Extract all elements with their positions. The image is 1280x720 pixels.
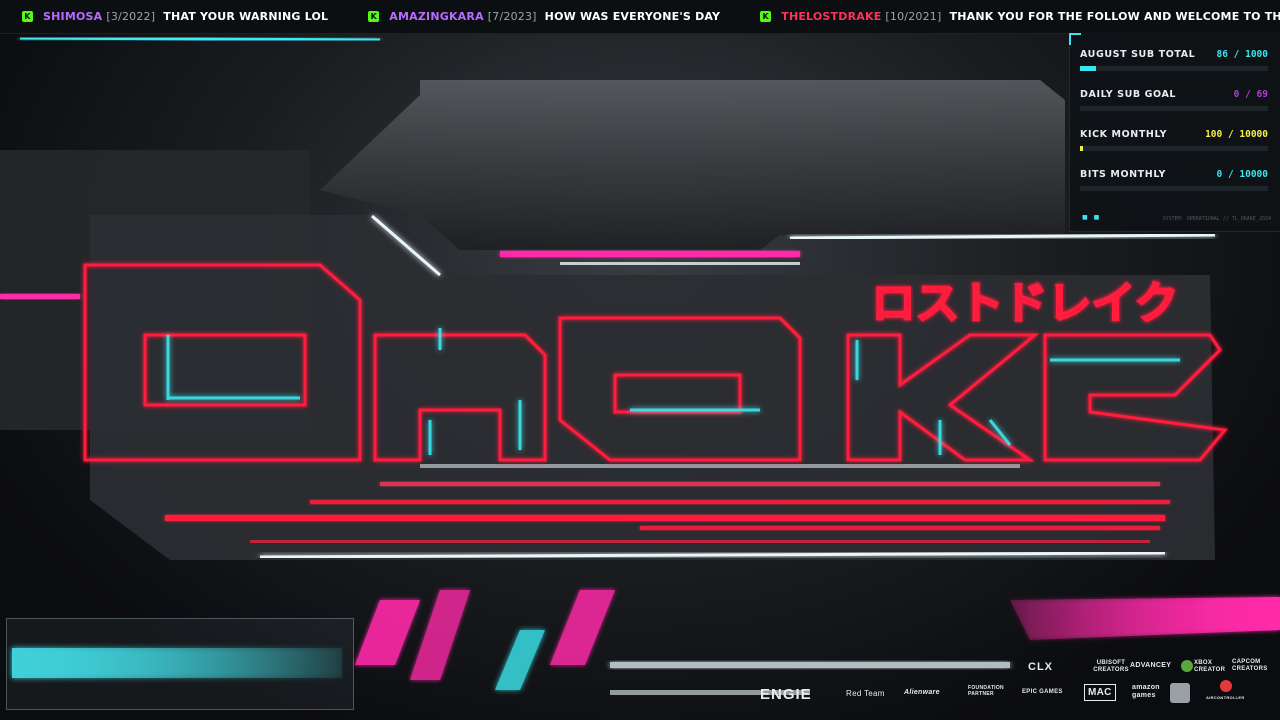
- goal-title: BITS MONTHLY: [1080, 169, 1166, 180]
- kick-icon: K: [760, 11, 772, 22]
- goal-daily-sub: DAILY SUB GOAL 0 / 69: [1080, 89, 1268, 111]
- sub-goals-panel: AUGUST SUB TOTAL 86 / 1000 DAILY SUB GOA…: [1069, 33, 1280, 232]
- ticker-username: AMAZINGKARA: [389, 10, 484, 23]
- ticker-item: K SHIMOSA [3/2022] THAT YOUR WARNING LOL: [22, 10, 328, 23]
- goal-title: DAILY SUB GOAL: [1080, 89, 1177, 100]
- webcam-frame: [6, 618, 354, 710]
- goal-title: AUGUST SUB TOTAL: [1080, 49, 1196, 60]
- ticker-username: THELOSTDRAKE: [781, 10, 882, 23]
- logo-katakana: ロストドレイク: [871, 278, 1178, 329]
- chat-ticker: K SHIMOSA [3/2022] THAT YOUR WARNING LOL…: [0, 0, 1280, 34]
- status-dots: ■ ■: [1082, 214, 1102, 221]
- goal-value: 86 / 1000: [1216, 49, 1268, 60]
- stream-overlay: K SHIMOSA [3/2022] THAT YOUR WARNING LOL…: [0, 0, 1280, 720]
- sponsor-clx-logo: CLX: [1028, 661, 1053, 673]
- aircontroller-icon: [1220, 680, 1232, 692]
- sponsor-redteam-logo: Red Team: [846, 689, 885, 698]
- sponsor-xbox-logo: XBOX CREATOR: [1194, 660, 1226, 673]
- ticker-message: HOW WAS EVERYONE'S DAY: [544, 10, 721, 23]
- goal-value: 0 / 69: [1233, 89, 1268, 100]
- ticker-message: THAT YOUR WARNING LOL: [163, 10, 329, 23]
- goal-progress-track: [1080, 146, 1268, 151]
- ticker-message: THANK YOU FOR THE FOLLOW AND WELCOME TO …: [949, 10, 1280, 23]
- metal-plate-top: [320, 80, 1065, 250]
- sponsor-ubisoft-logo: UBISOFT CREATORS: [1093, 660, 1129, 673]
- goal-progress-fill: [1080, 66, 1096, 71]
- sponsor-aircontroller-logo: AIRCONTROLLER: [1206, 695, 1245, 700]
- goal-august-sub-total: AUGUST SUB TOTAL 86 / 1000: [1080, 49, 1268, 71]
- sponsor-amazon-games-logo: amazon games: [1132, 684, 1160, 699]
- kick-icon: K: [368, 11, 380, 22]
- goal-bits-monthly: BITS MONTHLY 0 / 10000: [1080, 169, 1268, 191]
- ticker-date: [10/2021]: [885, 10, 942, 23]
- xbox-icon: [1181, 660, 1193, 672]
- ticker-date: [7/2023]: [487, 10, 537, 23]
- ticker-date: [3/2022]: [106, 10, 156, 23]
- sponsor-foundation-logo: FOUNDATION PARTNER: [968, 685, 1004, 697]
- goal-title: KICK MONTHLY: [1080, 129, 1168, 140]
- goal-kick-monthly: KICK MONTHLY 100 / 10000: [1080, 129, 1268, 151]
- goal-value: 100 / 10000: [1205, 129, 1268, 140]
- ticker-item: K THELOSTDRAKE [10/2021] THANK YOU FOR T…: [760, 10, 1280, 23]
- goal-progress-track: [1080, 186, 1268, 191]
- sponsor-engie-logo: ENGIE: [760, 686, 812, 703]
- goal-value: 0 / 10000: [1216, 169, 1268, 180]
- sponsor-advancey-logo: ADVANCEY: [1130, 662, 1172, 669]
- ticker-item: K AMAZINGKARA [7/2023] HOW WAS EVERYONE'…: [368, 10, 720, 23]
- goal-progress-track: [1080, 106, 1268, 111]
- sponsor-mac-logo: MAC: [1084, 684, 1116, 701]
- sponsor-epic-logo: EPIC GAMES: [1022, 689, 1063, 695]
- goal-progress-track: [1080, 66, 1268, 71]
- system-status-text: SYSTEM: OPERATIONAL // TL_DRAKE_2024: [1162, 216, 1271, 222]
- ticker-username: SHIMOSA: [43, 10, 103, 23]
- sponsor-logos: CLX UBISOFT CREATORS ADVANCEY XBOX CREAT…: [760, 652, 1270, 712]
- badge-icon: [1170, 683, 1190, 703]
- sponsor-capcom-logo: CAPCOM CREATORS: [1232, 659, 1268, 672]
- goal-progress-fill: [1080, 146, 1083, 151]
- kick-icon: K: [22, 11, 33, 22]
- sponsor-alienware-logo: Alienware: [904, 689, 940, 696]
